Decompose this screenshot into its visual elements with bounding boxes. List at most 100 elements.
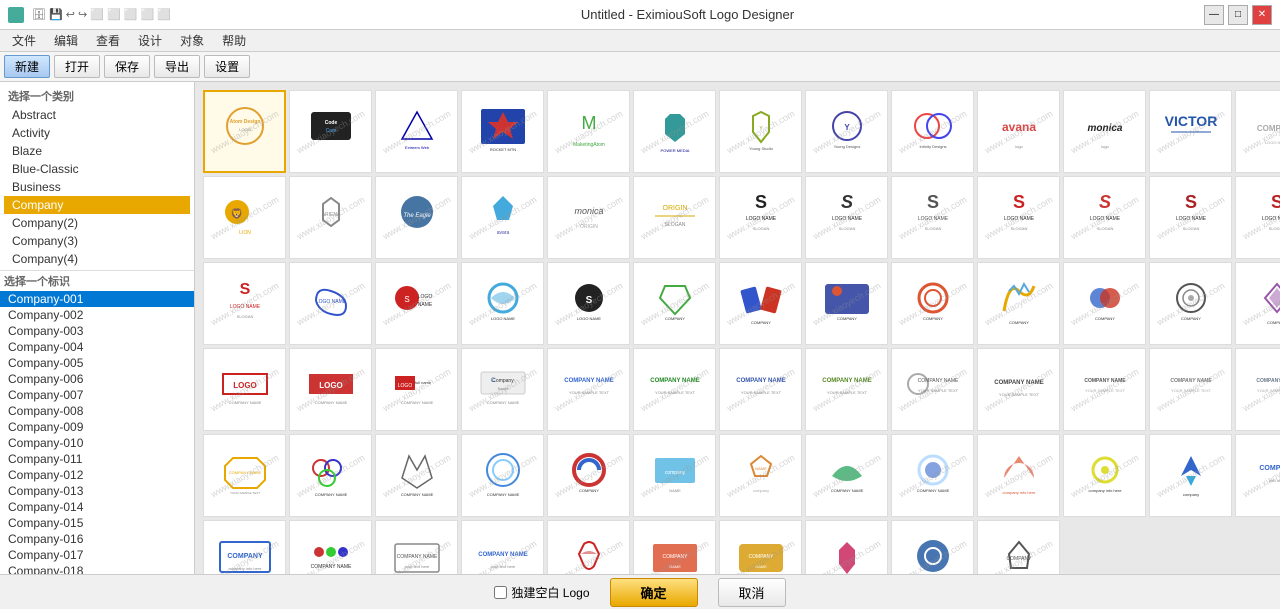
logo-grid-cell[interactable]: companyNAMEwww.xiaoyech.com xyxy=(633,434,716,517)
logo-list-item[interactable]: Company-010 xyxy=(0,435,194,451)
logo-grid-cell[interactable]: company info herewww.xiaoyech.com xyxy=(1063,434,1146,517)
logo-grid-cell[interactable]: monicalogowww.xiaoyech.com xyxy=(1063,90,1146,173)
logo-grid-cell[interactable]: COMPANY NAMEwww.xiaoyech.com xyxy=(375,434,458,517)
logo-grid-cell[interactable]: monicaORIGINwww.xiaoyech.com xyxy=(547,176,630,259)
logo-grid-cell[interactable]: COMPANYwww.xiaoyech.com xyxy=(977,262,1060,345)
logo-list-item[interactable]: Company-013 xyxy=(0,483,194,499)
logo-grid-cell[interactable]: COMPANYinfo herewww.xiaoyech.com xyxy=(1235,434,1280,517)
logo-grid-cell[interactable]: COMPANYwww.xiaoyech.com xyxy=(1235,262,1280,345)
logo-list-item[interactable]: Company-012 xyxy=(0,467,194,483)
logo-grid-cell[interactable]: 🦁LIONwww.xiaoyech.com xyxy=(203,176,286,259)
menu-object[interactable]: 对象 xyxy=(172,30,212,51)
logo-grid-cell[interactable]: COMPANYwww.xiaoyech.com xyxy=(891,520,974,574)
content-area[interactable]: Atom DesignLOGOwww.xiaoyech.comCodeCorew… xyxy=(195,82,1280,574)
maximize-button[interactable]: □ xyxy=(1228,5,1248,25)
logo-grid-cell[interactable]: COMPANY NAMEYOUR SAMPLE TEXTwww.xiaoyech… xyxy=(977,348,1060,431)
logo-grid-cell[interactable]: COMPANYGAMEwww.xiaoyech.com xyxy=(633,520,716,574)
logo-list[interactable]: Company-001Company-002Company-003Company… xyxy=(0,291,194,574)
logo-grid-cell[interactable]: avarawww.xiaoyech.com xyxy=(461,176,544,259)
logo-grid-cell[interactable]: SLOGONAMEwww.xiaoyech.com xyxy=(375,262,458,345)
toolbar-export[interactable]: 导出 xyxy=(154,55,200,78)
logo-grid-cell[interactable]: COMPANY NAMEwww.xiaoyech.com xyxy=(891,434,974,517)
logo-grid-cell[interactable]: COMPANY NAMEyour text herewww.xiaoyech.c… xyxy=(375,520,458,574)
logo-grid-cell[interactable]: COMPANYGAMEwww.xiaoyech.com xyxy=(977,520,1060,574)
cat-company3[interactable]: Company(3) xyxy=(4,232,190,250)
logo-grid-cell[interactable]: COMPANYwww.xiaoyech.com xyxy=(547,434,630,517)
logo-list-item[interactable]: Company-009 xyxy=(0,419,194,435)
logo-grid-cell[interactable]: SLOGO NAMESLOGANwww.xiaoyech.com xyxy=(977,176,1060,259)
logo-grid-cell[interactable]: LOGOCOMPANY NAMEwww.xiaoyech.com xyxy=(203,348,286,431)
logo-list-item[interactable]: Company-017 xyxy=(0,547,194,563)
logo-grid-cell[interactable]: YYoung Designswww.xiaoyech.com xyxy=(805,90,888,173)
logo-grid-cell[interactable]: COMPANY NAMEYOUR SAMPLE TEXTwww.xiaoyech… xyxy=(891,348,974,431)
logo-grid-cell[interactable]: ARIENAwww.xiaoyech.com xyxy=(289,176,372,259)
logo-grid-cell[interactable]: COMPANYwww.xiaoyech.com xyxy=(1149,262,1232,345)
logo-grid-cell[interactable]: COMPANYwww.xiaoyech.com xyxy=(633,262,716,345)
logo-grid-cell[interactable]: COMPANY NAMEYOUR SAMPLE TEXTwww.xiaoyech… xyxy=(203,434,286,517)
cat-blue-classic[interactable]: Blue-Classic xyxy=(4,160,190,178)
logo-grid-cell[interactable]: NAMEcompanywww.xiaoyech.com xyxy=(719,434,802,517)
logo-grid-cell[interactable]: VICTORwww.xiaoyech.com xyxy=(1149,90,1232,173)
logo-grid-cell[interactable]: SLOGO NAMESLOGANwww.xiaoyech.com xyxy=(805,176,888,259)
logo-list-item[interactable]: Company-001 xyxy=(0,291,194,307)
logo-grid-cell[interactable]: COMPANY NAMEwww.xiaoyech.com xyxy=(289,434,372,517)
logo-grid-cell[interactable]: COMPANYwww.xiaoyech.com xyxy=(805,262,888,345)
logo-grid-cell[interactable]: SLOGO NAMESLOGANwww.xiaoyech.com xyxy=(719,176,802,259)
menu-help[interactable]: 帮助 xyxy=(214,30,254,51)
menu-design[interactable]: 设计 xyxy=(130,30,170,51)
logo-grid-cell[interactable]: COMPANY NAMEYOUR SAMPLE TEXTwww.xiaoyech… xyxy=(1149,348,1232,431)
logo-grid-cell[interactable]: LOGO NAMEwww.xiaoyech.com xyxy=(461,262,544,345)
logo-grid-cell[interactable]: COMPANYwww.xiaoyech.com xyxy=(891,262,974,345)
toolbar-new[interactable]: 新建 xyxy=(4,55,50,78)
logo-grid-cell[interactable]: company info herewww.xiaoyech.com xyxy=(977,434,1060,517)
cancel-button[interactable]: 取消 xyxy=(718,578,786,607)
logo-grid-cell[interactable]: SLOGO NAMESLOGANwww.xiaoyech.com xyxy=(891,176,974,259)
logo-grid-cell[interactable]: COMPANY NAMEYOUR SAMPLE TEXTwww.xiaoyech… xyxy=(805,348,888,431)
logo-list-item[interactable]: Company-016 xyxy=(0,531,194,547)
logo-list-item[interactable]: Company-011 xyxy=(0,451,194,467)
logo-grid-cell[interactable]: COMPANYcompany info herewww.xiaoyech.com xyxy=(203,520,286,574)
logo-grid-cell[interactable]: ORIGINSLOGANwww.xiaoyech.com xyxy=(633,176,716,259)
menu-file[interactable]: 文件 xyxy=(4,30,44,51)
cat-blaze[interactable]: Blaze xyxy=(4,142,190,160)
logo-grid-cell[interactable]: SLOGO NAMEwww.xiaoyech.com xyxy=(547,262,630,345)
logo-grid-cell[interactable]: SLOGO NAMESLOGANwww.xiaoyech.com xyxy=(1063,176,1146,259)
cat-company[interactable]: Company xyxy=(4,196,190,214)
logo-grid-cell[interactable]: COMPANYwww.xiaoyech.com xyxy=(547,520,630,574)
blank-logo-checkbox-label[interactable]: 独建空白 Logo xyxy=(494,584,589,601)
logo-grid-cell[interactable]: COMPANYLOGO NAMEwww.xiaoyech.com xyxy=(1235,90,1280,173)
logo-grid-cell[interactable]: COMPANY NAMEYOUR SAMPLE TEXTwww.xiaoyech… xyxy=(1063,348,1146,431)
menu-view[interactable]: 查看 xyxy=(88,30,128,51)
logo-grid-cell[interactable]: COMPANYwww.xiaoyech.com xyxy=(719,262,802,345)
logo-grid-cell[interactable]: SLOGO NAMESLOGANwww.xiaoyech.com xyxy=(1235,176,1280,259)
logo-grid-cell[interactable]: Atom DesignLOGOwww.xiaoyech.com xyxy=(203,90,286,173)
logo-grid-cell[interactable]: COMPANY NAMEYOUR SAMPLE TEXTwww.xiaoyech… xyxy=(547,348,630,431)
logo-list-item[interactable]: Company-005 xyxy=(0,355,194,371)
logo-grid-cell[interactable]: COMPANY NAMEwww.xiaoyech.com xyxy=(461,434,544,517)
logo-list-item[interactable]: Company-004 xyxy=(0,339,194,355)
logo-grid-cell[interactable]: Infinity Designswww.xiaoyech.com xyxy=(891,90,974,173)
logo-grid-cell[interactable]: The Eaglewww.xiaoyech.com xyxy=(375,176,458,259)
logo-grid-cell[interactable]: POWER MEDIAwww.xiaoyech.com xyxy=(633,90,716,173)
cat-business[interactable]: Business xyxy=(4,178,190,196)
cat-abstract[interactable]: Abstract xyxy=(4,106,190,124)
logo-grid-cell[interactable]: CodeCorewww.xiaoyech.com xyxy=(289,90,372,173)
logo-grid-cell[interactable]: COMPANYGAMEwww.xiaoyech.com xyxy=(719,520,802,574)
toolbar-save[interactable]: 保存 xyxy=(104,55,150,78)
logo-grid-cell[interactable]: COMPANYwww.xiaoyech.com xyxy=(1063,262,1146,345)
logo-list-item[interactable]: Company-014 xyxy=(0,499,194,515)
cat-company4[interactable]: Company(4) xyxy=(4,250,190,266)
blank-logo-checkbox[interactable] xyxy=(494,586,507,599)
cat-activity[interactable]: Activity xyxy=(4,124,190,142)
logo-grid-cell[interactable]: MMaketingAtomwww.xiaoyech.com xyxy=(547,90,630,173)
logo-grid-cell[interactable]: Extreem Webwww.xiaoyech.com xyxy=(375,90,458,173)
close-button[interactable]: ✕ xyxy=(1252,5,1272,25)
logo-grid-cell[interactable]: COMPANY NAMEyour text herewww.xiaoyech.c… xyxy=(461,520,544,574)
logo-list-item[interactable]: Company-015 xyxy=(0,515,194,531)
logo-list-item[interactable]: Company-008 xyxy=(0,403,194,419)
ok-button[interactable]: 确定 xyxy=(610,578,698,607)
logo-list-item[interactable]: Company-002 xyxy=(0,307,194,323)
minimize-button[interactable]: — xyxy=(1204,5,1224,25)
logo-grid-cell[interactable]: companywww.xiaoyech.com xyxy=(1149,434,1232,517)
logo-grid-cell[interactable]: COMPANY NAMEYOUR SAMPLE TEXTwww.xiaoyech… xyxy=(1235,348,1280,431)
